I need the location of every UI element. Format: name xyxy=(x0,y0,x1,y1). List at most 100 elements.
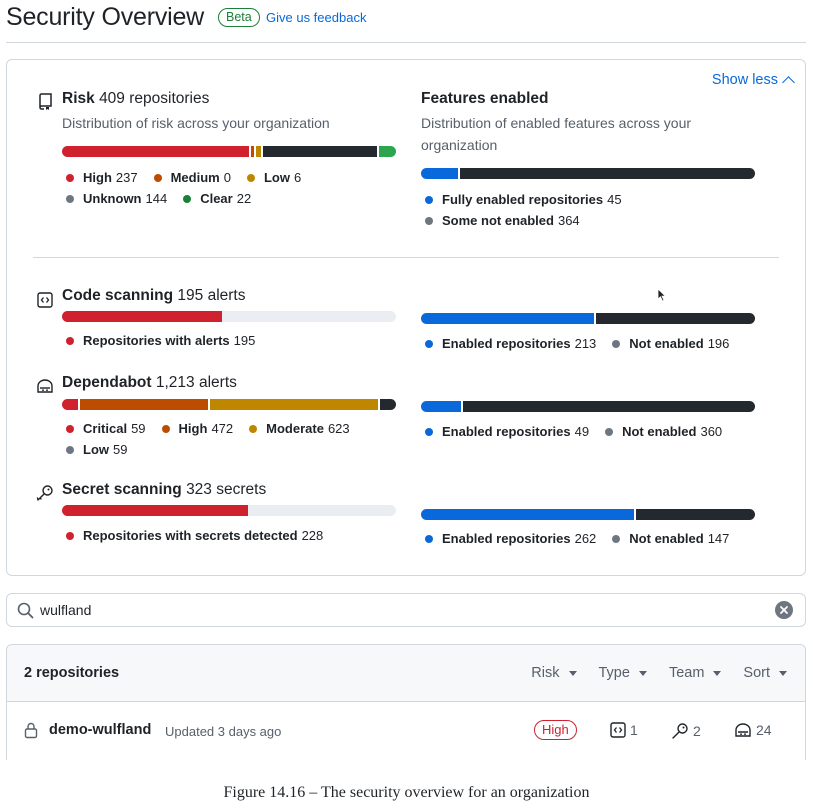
secret-alerts-value: 2 xyxy=(693,723,701,739)
dependabot-icon xyxy=(37,379,53,393)
page-title: Security Overview xyxy=(6,3,205,31)
legend-repos-with-alerts: Repositories with alerts 195 xyxy=(66,333,255,348)
risk-bar xyxy=(62,146,396,157)
secret-scanning-alerts-count[interactable]: 2 xyxy=(671,722,701,740)
secret-scanning-alert-bar xyxy=(62,505,396,516)
legend-critical: Critical 59 xyxy=(66,421,146,436)
code-alerts-value: 1 xyxy=(630,722,638,738)
code-scanning-enabled-legend: Enabled repositories 213 Not enabled 196 xyxy=(425,336,765,351)
bar-segment-not-enabled xyxy=(462,401,755,412)
code-scanning-enabled-bar xyxy=(421,313,755,324)
dependabot-title: Dependabot 1,213 alerts xyxy=(62,374,237,392)
dependabot-title-label: Dependabot xyxy=(62,374,152,391)
dependabot-alerts-count[interactable]: 24 xyxy=(734,722,772,738)
caret-down-icon xyxy=(713,670,722,676)
risk-title-label: Risk xyxy=(62,90,95,107)
legend-dependabot-low: Low 59 xyxy=(66,442,127,457)
legend-enabled-repositories: Enabled repositories 49 xyxy=(425,424,589,439)
legend-enabled-repositories: Enabled repositories 262 xyxy=(425,531,596,546)
beta-label: Beta xyxy=(218,8,260,27)
bar-segment-moderate xyxy=(209,399,379,410)
figure-caption: Figure 14.16 – The security overview for… xyxy=(223,784,590,801)
bar-segment-clear xyxy=(378,146,396,157)
legend-enabled-repositories: Enabled repositories 213 xyxy=(425,336,596,351)
filter-type-label: Type xyxy=(598,665,630,681)
close-icon xyxy=(780,606,788,614)
key-icon xyxy=(672,723,688,739)
filter-sort-label: Sort xyxy=(743,665,770,681)
dependabot-alerts-value: 24 xyxy=(756,722,772,738)
overview-panel: Show less Risk 409 repositories Distribu… xyxy=(6,59,806,576)
bar-segment-enabled-repositories xyxy=(421,313,594,324)
table-row[interactable]: demo-wulfland Updated 3 days ago High 1 … xyxy=(7,702,805,760)
bar-fill xyxy=(62,311,223,322)
legend-unknown: Unknown 144 xyxy=(66,191,167,206)
filter-team[interactable]: Team xyxy=(669,665,722,681)
secret-scanning-enabled-bar xyxy=(421,509,755,520)
bar-segment-enabled-repositories xyxy=(421,401,461,412)
feedback-link[interactable]: Give us feedback xyxy=(266,10,366,25)
bar-segment-medium xyxy=(251,146,254,157)
features-subtitle: Distribution of enabled features across … xyxy=(421,115,692,153)
bar-segment-high xyxy=(79,399,208,410)
search-input[interactable] xyxy=(40,600,740,620)
code-scanning-alert-bar xyxy=(62,311,396,322)
chevron-up-icon xyxy=(782,75,795,89)
page-header: Security Overview Beta Give us feedback xyxy=(6,0,806,43)
code-scanning-legend: Repositories with alerts 195 xyxy=(66,333,396,348)
bar-segment-enabled-repositories xyxy=(421,509,634,520)
code-scanning-count: 195 alerts xyxy=(177,287,246,304)
legend-some-not-enabled: Some not enabled 364 xyxy=(425,213,755,228)
legend-clear: Clear 22 xyxy=(183,191,251,206)
show-less-button[interactable]: Show less xyxy=(712,72,795,89)
dependabot-legend: Critical 59 High 472 Moderate 623 Low 59 xyxy=(66,421,386,457)
dependabot-bar xyxy=(62,399,396,410)
bar-segment-critical xyxy=(62,399,78,410)
bar-segment-not-enabled xyxy=(595,313,755,324)
repository-name-link[interactable]: demo-wulfland xyxy=(49,722,151,738)
caret-down-icon xyxy=(638,670,647,676)
code-square-icon xyxy=(610,722,626,738)
secret-scanning-title-label: Secret scanning xyxy=(62,481,182,498)
features-legend: Fully enabled repositories 45 Some not en… xyxy=(425,192,755,228)
code-scanning-alerts-count[interactable]: 1 xyxy=(610,722,638,738)
filter-risk-label: Risk xyxy=(531,665,560,681)
legend-not-enabled: Not enabled 196 xyxy=(612,336,729,351)
code-scanning-title-label: Code scanning xyxy=(62,287,174,304)
repository-table: 2 repositories Risk Type Team Sort demo-… xyxy=(6,644,806,760)
secret-scanning-legend: Repositories with secrets detected 228 xyxy=(66,528,396,543)
legend-not-enabled: Not enabled 147 xyxy=(612,531,729,546)
filter-sort[interactable]: Sort xyxy=(743,665,787,681)
filter-risk[interactable]: Risk xyxy=(531,665,577,681)
legend-dependabot-high: High 472 xyxy=(161,421,233,436)
risk-legend: High 237 Medium 0 Low 6 Unknown 144 Clear 22 xyxy=(66,170,386,206)
search-bar xyxy=(6,593,806,627)
repository-updated: Updated 3 days ago xyxy=(165,724,282,739)
filter-type[interactable]: Type xyxy=(599,665,647,681)
table-header: 2 repositories Risk Type Team Sort xyxy=(7,645,805,702)
clear-search-button[interactable] xyxy=(775,601,793,619)
bar-segment-low xyxy=(256,146,261,157)
legend-not-enabled: Not enabled 360 xyxy=(605,424,722,439)
legend-high: High 237 xyxy=(66,170,138,185)
secret-scanning-title: Secret scanning 323 secrets xyxy=(62,481,266,499)
caret-down-icon xyxy=(568,670,577,676)
features-title: Features enabled xyxy=(421,90,549,108)
code-square-icon xyxy=(37,292,53,308)
legend-moderate: Moderate 623 xyxy=(249,421,350,436)
caret-down-icon xyxy=(779,670,787,676)
bar-segment-low xyxy=(380,399,396,410)
table-filters: Risk Type Team Sort xyxy=(531,665,787,681)
features-bar xyxy=(421,168,755,179)
risk-title: Risk 409 repositories xyxy=(62,90,209,108)
repository-count: 2 repositories xyxy=(24,665,120,681)
risk-count: 409 repositories xyxy=(99,90,210,107)
legend-fully-enabled: Fully enabled repositories 45 xyxy=(425,192,755,207)
dependabot-enabled-legend: Enabled repositories 49 Not enabled 360 xyxy=(425,424,765,439)
dependabot-icon xyxy=(735,723,751,737)
code-scanning-title: Code scanning 195 alerts xyxy=(62,287,246,305)
legend-low: Low 6 xyxy=(246,170,301,185)
mouse-cursor-icon xyxy=(657,288,667,302)
risk-badge: High xyxy=(534,720,577,740)
secret-scanning-enabled-legend: Enabled repositories 262 Not enabled 147 xyxy=(425,531,765,546)
